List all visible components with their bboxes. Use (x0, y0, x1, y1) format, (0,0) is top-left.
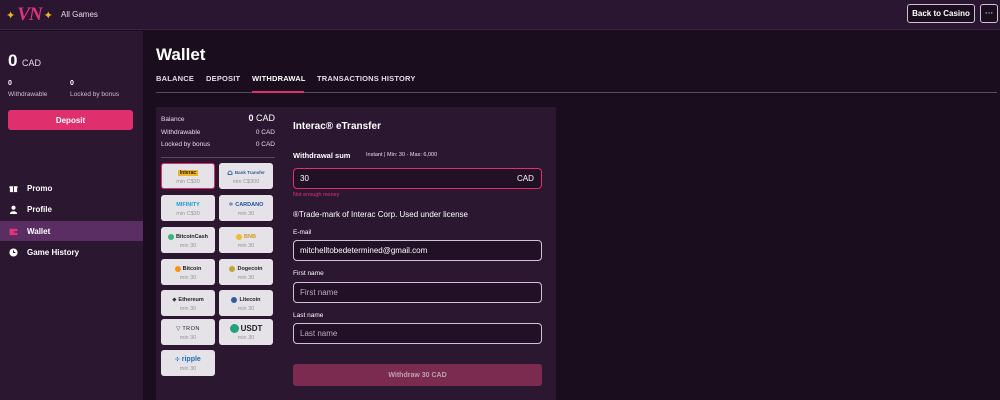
first-name-label: First name (293, 270, 324, 277)
summary-withdrawable-value: 0 CAD (255, 129, 275, 136)
email-field[interactable] (293, 240, 542, 261)
withdraw-button[interactable]: Withdraw 30 CAD (293, 364, 542, 386)
logo-text: VN (17, 4, 42, 25)
amount-currency: CAD (517, 174, 534, 183)
method-dogecoin[interactable]: Dogecoin min 30 (219, 259, 273, 285)
active-tab-indicator (252, 91, 304, 93)
sidebar-item-label: Profile (27, 204, 52, 214)
ripple-icon: ✣ ripple (175, 356, 201, 363)
sidebar-item-label: Promo (27, 183, 53, 193)
dogecoin-icon: Dogecoin (229, 264, 263, 274)
sidebar-item-label: Wallet (27, 226, 51, 236)
withdrawal-sum-info: Instant | Min: 30 - Max: 6,000 (366, 152, 438, 158)
method-cardano[interactable]: ✲ CARDANO min 30 (219, 195, 273, 221)
method-bank-transfer[interactable]: ⌂ Bank Transfer min C$300 (219, 163, 273, 189)
cardano-logo-icon: ✲ CARDANO (228, 201, 264, 208)
method-min: min 30 (179, 242, 197, 249)
bank-icon: ⌂ Bank Transfer (227, 168, 265, 177)
email-label: E-mail (293, 229, 312, 236)
summary-locked-value: 0 CAD (255, 141, 275, 148)
method-interac[interactable]: Interac min C$30 (161, 163, 215, 189)
method-bitcoin[interactable]: Bitcoin min 30 (161, 259, 215, 285)
method-min: min 30 (179, 365, 197, 372)
method-min: min C$30 (176, 210, 200, 217)
last-name-label: Last name (293, 312, 324, 319)
sidebar-balance-currency: CAD (22, 58, 42, 68)
error-message: Not enough money (293, 192, 340, 198)
method-ethereum[interactable]: ◆ Ethereum min 30 (161, 290, 215, 316)
withdrawal-sum-label: Withdrawal sum (293, 151, 351, 160)
ethereum-icon: ◆ Ethereum (172, 296, 204, 303)
method-bitcoin-cash[interactable]: BitcoinCash min 30 (161, 227, 215, 253)
more-menu-button[interactable]: ··· (980, 4, 998, 23)
tab-deposit[interactable]: DEPOSIT (206, 74, 240, 83)
gift-icon (8, 183, 18, 193)
sidebar-locked-value: 0 (70, 80, 74, 87)
summary-balance-label: Balance (161, 116, 185, 123)
summary-balance-value: 0 CAD (248, 113, 275, 123)
summary-withdrawable-label: Withdrawable (161, 129, 201, 136)
method-min: min 30 (237, 210, 255, 217)
method-min: min 30 (179, 274, 197, 281)
litecoin-icon: Litecoin (231, 295, 261, 305)
summary-divider (161, 157, 275, 158)
method-min: min 30 (237, 274, 255, 281)
tab-withdrawal[interactable]: WITHDRAWAL (252, 74, 306, 83)
sidebar-item-promo[interactable]: Promo (0, 178, 143, 198)
user-icon (8, 204, 18, 214)
sidebar-withdrawable-label: Withdrawable (8, 91, 48, 98)
method-min: min 30 (179, 334, 197, 341)
mifinity-logo-icon: MIFINITY (176, 201, 200, 208)
deposit-button[interactable]: Deposit (8, 110, 133, 130)
tab-transactions-history[interactable]: TRANSACTIONS HISTORY (317, 74, 416, 83)
method-min: min 30 (237, 334, 255, 341)
trademark-notice: ®Trade-mark of Interac Corp. Used under … (293, 210, 469, 219)
page-title: Wallet (156, 45, 206, 64)
method-min: min 30 (237, 305, 255, 312)
method-mifinity[interactable]: MIFINITY min C$30 (161, 195, 215, 221)
bitcoin-icon: Bitcoin (174, 264, 201, 274)
method-min: min 30 (237, 242, 255, 249)
amount-input[interactable] (293, 168, 542, 189)
method-litecoin[interactable]: Litecoin min 30 (219, 290, 273, 316)
wallet-icon (8, 226, 18, 236)
method-min: min C$30 (176, 178, 200, 185)
tron-icon: ▽ TRON (176, 325, 200, 332)
sidebar-item-profile[interactable]: Profile (0, 199, 143, 219)
star-icon: ✦ (43, 8, 53, 22)
top-bar: ✦ VN ✦ All Games Back to Casino ··· (0, 0, 1000, 30)
all-games-link[interactable]: All Games (61, 10, 98, 19)
back-to-casino-button[interactable]: Back to Casino (907, 4, 975, 23)
method-ripple[interactable]: ✣ ripple min 30 (161, 350, 215, 376)
clock-icon (8, 247, 18, 257)
summary-locked-label: Locked by bonus (161, 141, 211, 148)
sidebar-item-game-history[interactable]: Game History (0, 242, 143, 262)
interac-logo-icon: Interac (177, 169, 199, 176)
usdt-icon: USDT (229, 324, 262, 334)
bnb-icon: BNB (236, 232, 256, 242)
tab-balance[interactable]: BALANCE (156, 74, 194, 83)
method-min: min C$300 (232, 178, 260, 185)
sidebar-item-wallet[interactable]: Wallet (0, 221, 143, 241)
star-icon: ✦ (6, 8, 16, 22)
bitcoin-cash-icon: BitcoinCash (167, 232, 208, 242)
last-name-field[interactable] (293, 323, 542, 344)
form-title: Interac® eTransfer (293, 121, 381, 132)
first-name-field[interactable] (293, 282, 542, 303)
sidebar-withdrawable-value: 0 (8, 80, 12, 87)
method-usdt[interactable]: USDT min 30 (219, 319, 273, 345)
method-tron[interactable]: ▽ TRON min 30 (161, 319, 215, 345)
brand-logo[interactable]: ✦ VN ✦ (6, 4, 53, 26)
sidebar-balance-amount: 0 (8, 51, 18, 70)
sidebar-item-label: Game History (27, 247, 80, 257)
amount-value: 30 (300, 174, 309, 183)
method-min: min 30 (179, 305, 197, 312)
method-bnb[interactable]: BNB min 30 (219, 227, 273, 253)
sidebar-locked-label: Locked by bonus (70, 91, 120, 98)
